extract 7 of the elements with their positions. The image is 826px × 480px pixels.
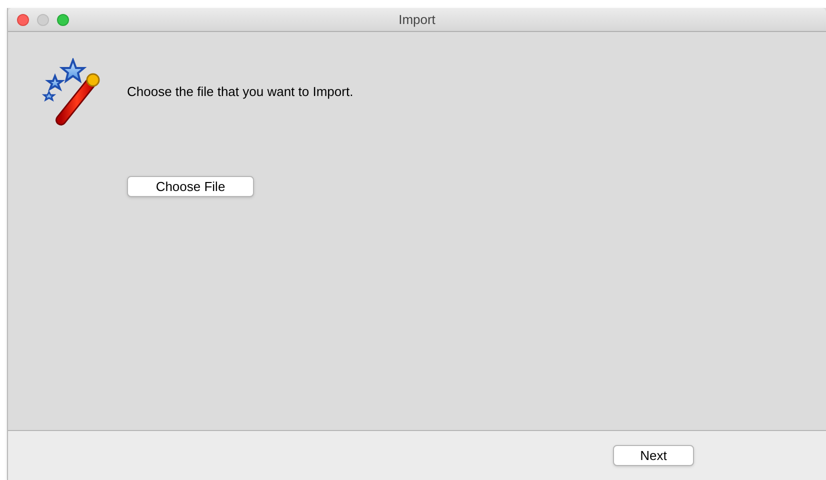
choose-file-button[interactable]: Choose File bbox=[127, 176, 254, 197]
next-button[interactable]: Next bbox=[613, 445, 694, 466]
minimize-button[interactable] bbox=[37, 14, 49, 26]
zoom-button[interactable] bbox=[57, 14, 69, 26]
window-title: Import bbox=[398, 10, 436, 29]
close-button[interactable] bbox=[17, 14, 29, 26]
prompt-text: Choose the file that you want to Import. bbox=[127, 83, 354, 102]
